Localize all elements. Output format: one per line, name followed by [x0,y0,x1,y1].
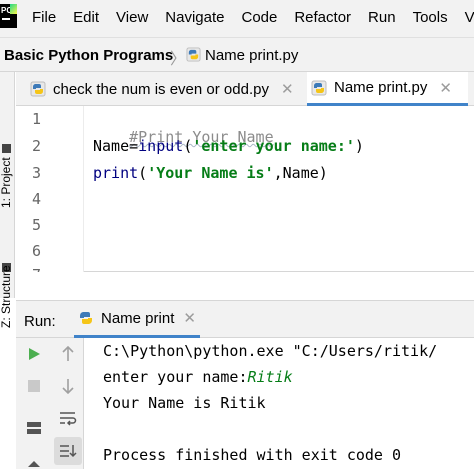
close-icon[interactable]: ✕ [281,80,294,98]
line-number-gutter: 1 2 3 4 5 6 7 [16,106,84,272]
code-editor[interactable]: 1 2 3 4 5 6 7 #Print Your Name Name=inpu… [16,106,474,272]
stop-icon[interactable] [24,376,44,396]
chevron-right-icon: 〉 [170,51,187,68]
structure-tool-button[interactable]: Z: Structure [0,265,13,328]
breadcrumb-file[interactable]: Name print.py [205,47,298,64]
run-tab-name-print[interactable]: Name print ✕ [74,301,200,338]
code-comma: , [273,164,283,182]
menu-run[interactable]: Run [368,9,396,26]
code-operator: = [129,137,139,155]
console-exit-line: Process finished with exit code 0 [103,446,402,464]
menu-file[interactable]: File [32,9,56,26]
line-number: 7 [32,266,41,272]
code-paren: ) [354,137,364,155]
close-icon[interactable]: ✕ [439,79,452,97]
breadcrumb: Basic Python Programs 〉 Name print.py [0,37,474,72]
code-string: 'Your Name is' [147,164,274,182]
breadcrumb-project[interactable]: Basic Python Programs [4,47,173,64]
console-prompt-line: enter your name:Ritik [103,368,293,386]
python-file-icon [311,80,327,95]
close-icon[interactable]: ✕ [183,309,196,327]
left-tool-stripe: 1: Project Z: Structure [0,72,15,328]
tab-label: Name print.py [334,79,428,96]
menu-tools[interactable]: Tools [413,9,448,26]
code-line-2: Name=input('enter your name:') [93,137,364,155]
run-tool-window-header: Run: Name print ✕ [16,300,474,338]
line-number: 1 [32,110,42,128]
layout-icon[interactable] [24,418,44,438]
code-line-3: print('Your Name is',Name) [93,164,328,182]
project-tool-button[interactable]: 1: Project [0,157,13,208]
pin-icon[interactable] [24,456,44,469]
python-file-icon [186,47,201,62]
menu-code[interactable]: Code [241,9,277,26]
run-tab-label: Name print [101,309,175,327]
line-number: 5 [32,216,42,234]
menu-vcs[interactable]: VCS [465,9,474,26]
project-tool-icon[interactable] [2,144,11,153]
menu-edit[interactable]: Edit [73,9,99,26]
tab-even-odd[interactable]: check the num is even or odd.py ✕ [26,72,304,106]
python-file-icon [79,312,93,324]
console-output-line: Your Name is Ritik [103,394,266,412]
code-string: 'enter your name:' [192,137,355,155]
code-identifier: Name [282,164,319,182]
run-toolbar [16,338,84,469]
console-command-line: C:\Python\python.exe "C:/Users/ritik/ [103,342,438,360]
scroll-to-end-icon[interactable] [54,437,82,465]
console-user-input: Ritik [247,368,293,386]
line-number: 4 [32,190,42,208]
code-builtin: input [138,137,184,155]
soft-wrap-icon[interactable] [58,408,78,428]
down-arrow-icon[interactable] [58,376,78,396]
run-console[interactable]: C:\Python\python.exe "C:/Users/ritik/ en… [85,338,474,469]
code-paren: ) [318,164,328,182]
menu-refactor[interactable]: Refactor [294,9,351,26]
code-paren: ( [183,137,193,155]
up-arrow-icon[interactable] [58,344,78,364]
pycharm-logo-icon: PC [0,4,17,28]
menu-navigate[interactable]: Navigate [165,9,224,26]
menu-bar: PC File Edit View Navigate Code Refactor… [0,0,474,37]
line-number: 6 [32,242,42,260]
console-prompt: enter your name: [103,368,248,386]
python-file-icon [30,81,46,97]
line-number: 2 [32,137,42,155]
run-icon[interactable] [24,344,44,364]
code-paren: ( [138,164,148,182]
menu-view[interactable]: View [116,9,148,26]
tab-label: check the num is even or odd.py [53,80,269,98]
editor-tab-bar: check the num is even or odd.py ✕ Name p… [16,72,474,106]
code-identifier: Name [93,137,130,155]
tab-name-print[interactable]: Name print.py ✕ [307,72,468,106]
code-builtin: print [93,164,139,182]
line-number: 3 [32,164,42,182]
run-title: Run: [24,313,56,330]
